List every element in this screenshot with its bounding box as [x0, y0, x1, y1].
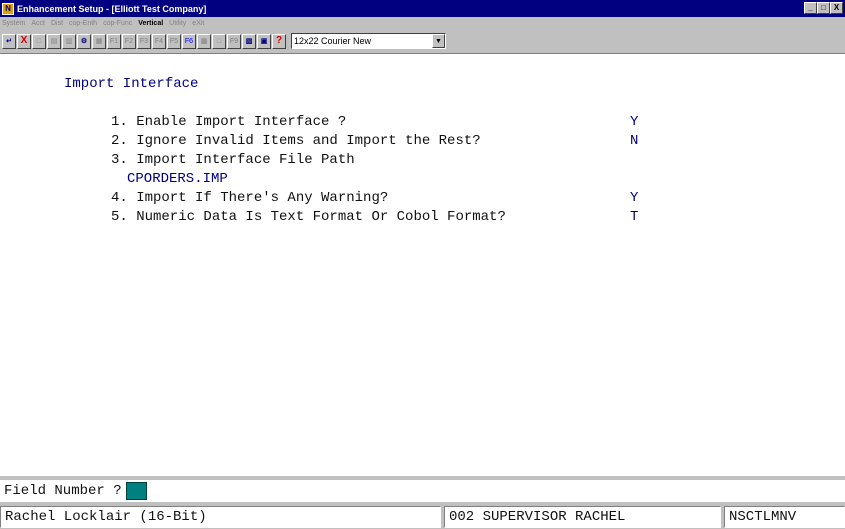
- field-3-label: 3. Import Interface File Path: [111, 152, 355, 168]
- field-5-label: 5. Numeric Data Is Text Format Or Cobol …: [111, 209, 506, 225]
- prompt-line: Field Number ?: [0, 480, 845, 502]
- font-select-value: 12x22 Courier New: [294, 36, 372, 46]
- maximize-button[interactable]: □: [817, 2, 830, 14]
- f3-button[interactable]: F3: [137, 33, 151, 49]
- copy-icon[interactable]: ▤: [47, 33, 61, 49]
- f2-button[interactable]: F2: [122, 33, 136, 49]
- field-1-value: Y: [630, 114, 639, 130]
- app-icon: N: [2, 2, 14, 15]
- calculator-icon[interactable]: ▣: [257, 33, 271, 49]
- field-number-input[interactable]: [125, 482, 147, 500]
- list-icon[interactable]: ▦: [92, 33, 106, 49]
- f6-button[interactable]: F6: [182, 33, 196, 49]
- cancel-icon[interactable]: X: [17, 33, 31, 49]
- notes-icon[interactable]: ▧: [242, 33, 256, 49]
- status-program: NSCTLMNV: [724, 506, 845, 528]
- menu-vertical[interactable]: Vertical: [138, 20, 163, 27]
- close-button[interactable]: X: [830, 2, 843, 14]
- menu-exit[interactable]: eXit: [192, 20, 204, 27]
- status-bar: Rachel Locklair (16-Bit) 002 SUPERVISOR …: [0, 505, 845, 529]
- window-icon[interactable]: □: [32, 33, 46, 49]
- status-user: Rachel Locklair (16-Bit): [0, 506, 441, 528]
- window-controls: _ □ X: [804, 2, 843, 14]
- screen-area: Import Interface 1. Enable Import Interf…: [0, 53, 845, 476]
- minimize-button[interactable]: _: [804, 2, 817, 14]
- f4-button[interactable]: F4: [152, 33, 166, 49]
- toolbar: ↵ X □ ▤ ▥ ⚙ ▦ F1 F2 F3 F4 F5 F6 ▩ □ F9 ▧…: [0, 30, 845, 52]
- status-role: 002 SUPERVISOR RACHEL: [444, 506, 721, 528]
- field-5-value: T: [630, 209, 639, 225]
- settings-icon[interactable]: ⚙: [77, 33, 91, 49]
- field-3-value: CPORDERS.IMP: [127, 171, 228, 187]
- menu-dist[interactable]: Dist: [51, 20, 63, 27]
- f9-button[interactable]: F9: [227, 33, 241, 49]
- help-icon[interactable]: ?: [272, 33, 286, 49]
- menu-cop-func[interactable]: cop-Func: [103, 20, 132, 27]
- f5-button[interactable]: F5: [167, 33, 181, 49]
- paste-icon[interactable]: ▥: [62, 33, 76, 49]
- field-4-value: Y: [630, 190, 639, 206]
- enter-icon[interactable]: ↵: [2, 33, 16, 49]
- find-icon[interactable]: □: [212, 33, 226, 49]
- menu-cop-enth[interactable]: cop-Enth: [69, 20, 97, 27]
- prompt-label: Field Number ?: [4, 483, 122, 499]
- chevron-down-icon[interactable]: ▼: [432, 34, 445, 48]
- f1-button[interactable]: F1: [107, 33, 121, 49]
- print-icon[interactable]: ▩: [197, 33, 211, 49]
- menu-utility[interactable]: Utility: [169, 20, 186, 27]
- field-4-label: 4. Import If There's Any Warning?: [111, 190, 389, 206]
- font-select[interactable]: 12x22 Courier New ▼: [291, 33, 446, 49]
- title-bar: N Enhancement Setup - [Elliott Test Comp…: [0, 0, 845, 17]
- field-2-value: N: [630, 133, 639, 149]
- menu-bar: System Acct Dist cop-Enth cop-Func Verti…: [0, 17, 845, 29]
- screen-heading: Import Interface: [64, 76, 199, 92]
- menu-system[interactable]: System: [2, 20, 25, 27]
- field-2-label: 2. Ignore Invalid Items and Import the R…: [111, 133, 481, 149]
- menu-acct[interactable]: Acct: [31, 20, 45, 27]
- field-1-label: 1. Enable Import Interface ?: [111, 114, 347, 130]
- window-title: Enhancement Setup - [Elliott Test Compan…: [17, 3, 207, 14]
